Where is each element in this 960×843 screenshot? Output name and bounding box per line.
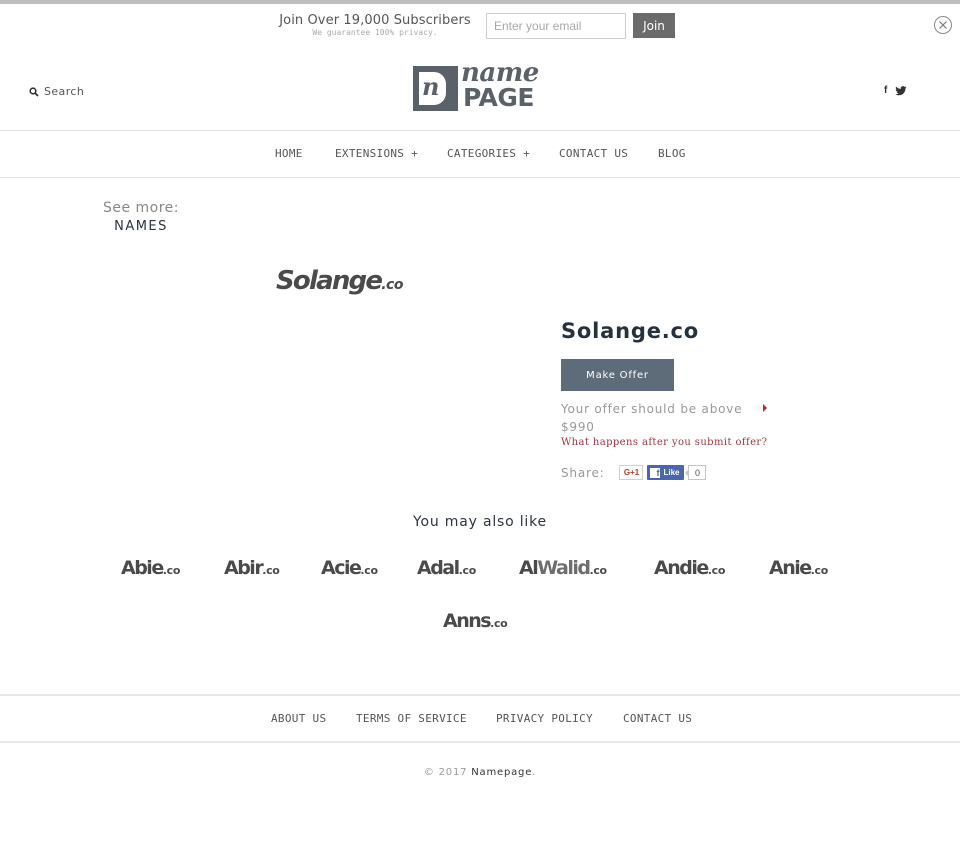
product-logo-image: Solange.co bbox=[276, 266, 403, 296]
copyright-brand-link[interactable]: Namepage bbox=[471, 767, 532, 778]
product-logo-name: Solange bbox=[276, 266, 383, 296]
subscribe-join-button[interactable]: Join bbox=[633, 13, 675, 38]
copyright: © 2017 Namepage. bbox=[0, 767, 960, 778]
subscribe-email-input[interactable] bbox=[486, 13, 626, 39]
logo-monogram: n bbox=[422, 72, 440, 101]
site-logo[interactable]: n name PAGE bbox=[413, 58, 549, 112]
google-plus-button[interactable]: G+1 bbox=[619, 465, 644, 480]
related-item-adal[interactable]: Adal.co bbox=[417, 557, 476, 579]
facebook-icon: f bbox=[650, 467, 661, 478]
footer-link-terms-of-service[interactable]: TERMS OF SERVICE bbox=[356, 712, 467, 725]
facebook-icon[interactable]: f bbox=[884, 85, 887, 96]
related-item-alwalid[interactable]: AlWalid.co bbox=[519, 557, 607, 579]
close-subscribe-button[interactable] bbox=[934, 16, 952, 34]
search-label: Search bbox=[44, 85, 85, 98]
related-item-abir[interactable]: Abir.co bbox=[224, 557, 280, 579]
subscribe-title: Join Over 19,000 Subscribers bbox=[279, 13, 471, 28]
related-item-acie[interactable]: Acie.co bbox=[321, 557, 378, 579]
logo-bottom-word: PAGE bbox=[463, 83, 534, 112]
related-item-andie[interactable]: Andie.co bbox=[654, 557, 725, 579]
related-title: You may also like bbox=[413, 514, 547, 530]
subscribe-bar: Join Over 19,000 Subscribers We guarante… bbox=[0, 12, 960, 42]
footer-nav: ABOUT US TERMS OF SERVICE PRIVACY POLICY… bbox=[0, 694, 960, 743]
nav-item-home[interactable]: HOME bbox=[275, 147, 303, 160]
subscribe-text: Join Over 19,000 Subscribers We guarante… bbox=[276, 13, 474, 37]
see-more: See more: NAMES bbox=[102, 200, 180, 234]
footer-link-about-us[interactable]: ABOUT US bbox=[271, 712, 326, 725]
nav-item-extensions[interactable]: EXTENSIONS + bbox=[335, 147, 418, 160]
share-bar: Share: G+1 f Like 0 bbox=[561, 465, 707, 480]
search-button[interactable]: Search bbox=[29, 85, 84, 98]
see-more-label: See more: bbox=[102, 200, 180, 216]
what-happens-link[interactable]: What happens after you submit offer? bbox=[561, 437, 767, 448]
close-icon bbox=[939, 21, 947, 29]
main-nav: HOME EXTENSIONS + CATEGORIES + CONTACT U… bbox=[0, 130, 960, 178]
related-item-abie[interactable]: Abie.co bbox=[121, 557, 180, 579]
subscribe-subtitle: We guarantee 100% privacy. bbox=[312, 28, 438, 37]
top-border bbox=[0, 0, 960, 4]
share-label: Share: bbox=[561, 465, 605, 480]
social-links: f bbox=[884, 85, 907, 96]
copyright-suffix: . bbox=[532, 767, 537, 778]
footer-link-contact-us[interactable]: CONTACT US bbox=[623, 712, 692, 725]
facebook-like-label: Like bbox=[663, 468, 680, 477]
twitter-icon[interactable] bbox=[895, 85, 907, 96]
nav-item-contact-us[interactable]: CONTACT US bbox=[559, 147, 628, 160]
facebook-like-button[interactable]: f Like bbox=[647, 465, 685, 480]
make-offer-button[interactable]: Make Offer bbox=[561, 359, 674, 391]
copyright-prefix: © 2017 bbox=[423, 767, 468, 778]
see-more-names-link[interactable]: NAMES bbox=[102, 219, 180, 234]
search-icon bbox=[29, 86, 39, 97]
logo-monogram-box: n bbox=[413, 66, 458, 111]
product-logo-tld: .co bbox=[381, 277, 403, 293]
facebook-like-count: 0 bbox=[685, 465, 707, 480]
caret-right-icon[interactable] bbox=[763, 404, 767, 412]
related-item-anns[interactable]: Anns.co bbox=[443, 610, 508, 632]
product-title: Solange.co bbox=[561, 319, 699, 343]
nav-item-categories[interactable]: CATEGORIES + bbox=[447, 147, 530, 160]
footer-link-privacy-policy[interactable]: PRIVACY POLICY bbox=[496, 712, 593, 725]
offer-minimum-note: Your offer should be above $990 bbox=[561, 402, 743, 434]
related-item-anie[interactable]: Anie.co bbox=[769, 557, 828, 579]
nav-item-blog[interactable]: BLOG bbox=[658, 147, 686, 160]
